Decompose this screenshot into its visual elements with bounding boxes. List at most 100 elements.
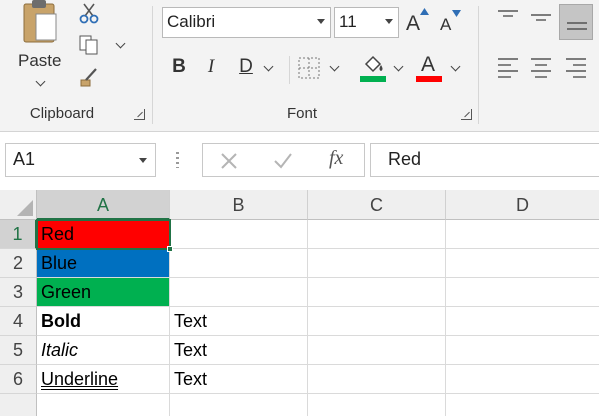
cell-a2[interactable]: Blue: [37, 249, 170, 278]
cell-c2[interactable]: [308, 249, 446, 278]
middle-align-icon[interactable]: [529, 8, 553, 28]
column-header-a[interactable]: A: [37, 190, 170, 220]
cell-c6[interactable]: [308, 365, 446, 394]
row-header-1[interactable]: 1: [0, 220, 37, 249]
cell-b7[interactable]: [170, 394, 308, 416]
cell-a4[interactable]: Bold: [37, 307, 170, 336]
cell-a5[interactable]: Italic: [37, 336, 170, 365]
font-size-dropdown-icon: [385, 19, 393, 24]
cut-icon[interactable]: [78, 2, 100, 24]
fill-color-button[interactable]: [360, 54, 388, 84]
borders-icon[interactable]: [297, 56, 321, 80]
font-color-swatch: [416, 76, 442, 82]
underline-button[interactable]: D: [235, 56, 257, 78]
fill-color-swatch: [360, 76, 386, 82]
font-separator: [289, 56, 290, 84]
paste-icon: [23, 0, 57, 43]
bottom-align-icon: [567, 22, 587, 30]
cancel-icon[interactable]: [220, 152, 238, 170]
align-center-icon[interactable]: [529, 56, 553, 80]
cell-b1[interactable]: [170, 220, 308, 249]
shrink-arrow-icon: [452, 10, 461, 17]
column-header-b[interactable]: B: [170, 190, 308, 220]
increase-font-size-button[interactable]: A: [406, 8, 430, 36]
row-header-3[interactable]: 3: [0, 278, 37, 307]
worksheet-grid: A B C D 1 2 3 4 5 6 Red Blue Green Bold …: [0, 190, 599, 416]
cell-c1[interactable]: [308, 220, 446, 249]
cell-b4[interactable]: Text: [170, 307, 308, 336]
cell-d7[interactable]: [446, 394, 599, 416]
row-header-7[interactable]: [0, 394, 37, 416]
grow-arrow-icon: [420, 8, 429, 15]
bold-button[interactable]: B: [168, 56, 190, 78]
align-right-icon[interactable]: [564, 56, 588, 80]
formula-input-value: Red: [388, 149, 422, 169]
cell-b6[interactable]: Text: [170, 365, 308, 394]
cell-c4[interactable]: [308, 307, 446, 336]
formula-buttons-box: fx: [202, 143, 365, 177]
cell-a6[interactable]: Underline: [37, 365, 170, 394]
cell-b3[interactable]: [170, 278, 308, 307]
font-group-label: Font: [286, 105, 317, 122]
format-painter-icon[interactable]: [78, 66, 102, 88]
cell-b2[interactable]: [170, 249, 308, 278]
row-header-5[interactable]: 5: [0, 336, 37, 365]
select-all-corner[interactable]: [0, 190, 37, 220]
paste-label: Paste: [18, 51, 62, 70]
column-header-c[interactable]: C: [308, 190, 446, 220]
column-header-d[interactable]: D: [446, 190, 599, 220]
font-color-dropdown-chevron[interactable]: [450, 61, 461, 72]
copy-dropdown-chevron[interactable]: [115, 38, 126, 49]
cell-c7[interactable]: [308, 394, 446, 416]
name-box-value: A1: [13, 149, 36, 169]
italic-button[interactable]: I: [200, 56, 222, 78]
paste-button[interactable]: Paste: [12, 0, 70, 92]
cell-d4[interactable]: [446, 307, 599, 336]
fill-color-dropdown-chevron[interactable]: [393, 61, 404, 72]
font-name-dropdown-icon: [317, 19, 325, 24]
formula-input[interactable]: Red: [370, 143, 599, 177]
ribbon: Paste Clipboard Calibri 11 A A B I D A F…: [0, 0, 599, 132]
bottom-align-button[interactable]: [559, 4, 593, 40]
borders-dropdown-chevron[interactable]: [329, 61, 340, 72]
font-size-combo[interactable]: 11: [334, 7, 399, 38]
decrease-font-label: A: [440, 15, 452, 34]
cell-a3[interactable]: Green: [37, 278, 170, 307]
cell-d2[interactable]: [446, 249, 599, 278]
row-header-4[interactable]: 4: [0, 307, 37, 336]
cell-d6[interactable]: [446, 365, 599, 394]
cell-d5[interactable]: [446, 336, 599, 365]
font-color-button[interactable]: A: [416, 53, 444, 84]
clipboard-dialog-launcher[interactable]: [134, 109, 145, 120]
paste-dropdown-chevron[interactable]: [35, 76, 46, 87]
row-header-6[interactable]: 6: [0, 365, 37, 394]
insert-function-icon[interactable]: fx: [329, 147, 343, 170]
copy-icon[interactable]: [78, 34, 100, 56]
formula-bar-grip[interactable]: [176, 152, 179, 168]
enter-checkmark-icon[interactable]: [273, 152, 293, 170]
font-dialog-launcher[interactable]: [461, 109, 472, 120]
cell-c5[interactable]: [308, 336, 446, 365]
cell-c3[interactable]: [308, 278, 446, 307]
name-box[interactable]: A1: [5, 143, 156, 177]
row-header-2[interactable]: 2: [0, 249, 37, 278]
decrease-font-size-button[interactable]: A: [440, 10, 464, 36]
top-align-icon[interactable]: [496, 8, 520, 28]
font-name-value: Calibri: [167, 12, 216, 31]
cell-a1[interactable]: Red: [37, 220, 170, 249]
select-all-triangle-icon: [17, 200, 33, 216]
font-name-combo[interactable]: Calibri: [162, 7, 331, 38]
cell-b5[interactable]: Text: [170, 336, 308, 365]
font-size-value: 11: [339, 12, 357, 31]
formula-bar: A1 fx Red: [0, 132, 599, 190]
cell-d3[interactable]: [446, 278, 599, 307]
font-color-label: A: [421, 53, 436, 76]
group-separator: [152, 6, 153, 124]
increase-font-label: A: [406, 12, 421, 35]
underline-dropdown-chevron[interactable]: [263, 61, 274, 72]
align-left-icon[interactable]: [496, 56, 520, 80]
cell-a7[interactable]: [37, 394, 170, 416]
name-box-dropdown-icon: [139, 158, 147, 163]
cell-d1[interactable]: [446, 220, 599, 249]
fill-handle[interactable]: [167, 246, 173, 252]
